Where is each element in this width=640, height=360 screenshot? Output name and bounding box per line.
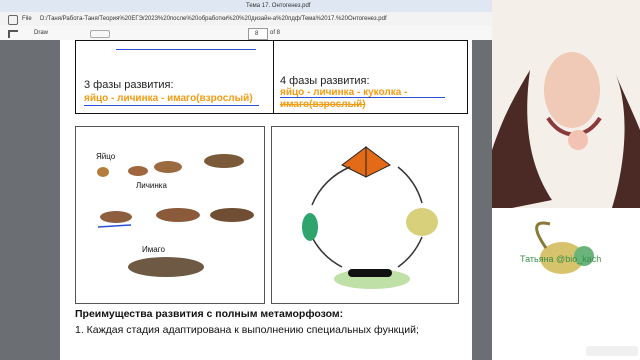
controls-bar[interactable] bbox=[586, 346, 638, 356]
nymph-icon bbox=[210, 208, 254, 222]
right-phases-2: имаго(взрослый) bbox=[280, 99, 366, 110]
file-icon bbox=[8, 15, 18, 25]
menu-icon[interactable] bbox=[8, 30, 18, 38]
file-label: File bbox=[22, 16, 32, 22]
adult-grasshopper-icon bbox=[128, 257, 204, 277]
webcam-video bbox=[492, 0, 640, 208]
ink-underline bbox=[84, 105, 259, 106]
ink-stroke bbox=[97, 224, 132, 228]
page-number-input[interactable]: 8 bbox=[248, 28, 268, 40]
egg-icon bbox=[97, 167, 109, 177]
ink-line bbox=[116, 49, 256, 50]
eraser-icon[interactable] bbox=[90, 30, 110, 38]
butterfly-icon bbox=[341, 146, 367, 178]
left-heading: 3 фазы развития: bbox=[84, 79, 174, 91]
nymph-icon bbox=[154, 161, 182, 173]
ink-underline bbox=[280, 97, 445, 98]
chrysalis-icon bbox=[302, 213, 318, 241]
arrow-icon bbox=[311, 236, 343, 268]
arrow-icon bbox=[397, 166, 423, 204]
caterpillar-icon bbox=[348, 269, 392, 277]
pdf-page: 3 фазы развития: яйцо - личинка - имаго(… bbox=[60, 40, 472, 360]
grasshopper-illustration bbox=[97, 154, 254, 277]
pdf-toolbar: Draw 8 of 8 bbox=[0, 26, 492, 41]
draw-button[interactable]: Draw bbox=[34, 26, 48, 40]
url-text[interactable]: D:/Таня/Работа-Таня/Теория%20ЕГЭ/2023%20… bbox=[40, 12, 387, 26]
nymph-icon bbox=[204, 154, 244, 168]
butterfly-cycle-figure bbox=[271, 126, 459, 304]
table-cell-right: 4 фазы развития: яйцо - личинка - куколк… bbox=[273, 40, 468, 114]
person-image bbox=[492, 0, 640, 208]
channel-overlay: Татьяна @bio_kach bbox=[492, 208, 640, 360]
nymph-icon bbox=[128, 166, 148, 176]
channel-label: Татьяна @bio_kach bbox=[520, 254, 602, 264]
butterfly-icon bbox=[365, 146, 391, 178]
page-total: of 8 bbox=[270, 30, 281, 36]
advantages-item-1: 1. Каждая стадия адаптирована к выполнен… bbox=[75, 324, 419, 336]
nymph-icon bbox=[156, 208, 200, 222]
egg-leaf-icon bbox=[406, 208, 438, 236]
arrow-icon bbox=[397, 236, 423, 268]
arrow-icon bbox=[311, 166, 351, 206]
active-tab-title[interactable]: Тема 17. Онтогенез.pdf bbox=[246, 0, 310, 12]
left-phases: яйцо - личинка - имаго(взрослый) bbox=[84, 93, 253, 104]
nymph-icon bbox=[100, 211, 132, 223]
table-cell-left: 3 фазы развития: яйцо - личинка - имаго(… bbox=[75, 40, 275, 114]
logo-icon bbox=[535, 221, 594, 274]
address-bar[interactable]: File D:/Таня/Работа-Таня/Теория%20ЕГЭ/20… bbox=[0, 12, 492, 27]
right-heading: 4 фазы развития: bbox=[280, 75, 370, 87]
butterfly-cycle-illustration bbox=[302, 146, 438, 289]
advantages-title: Преимущества развития с полным метаморфо… bbox=[75, 308, 344, 320]
grasshopper-figure: Яйцо Личинка Имаго bbox=[75, 126, 265, 304]
